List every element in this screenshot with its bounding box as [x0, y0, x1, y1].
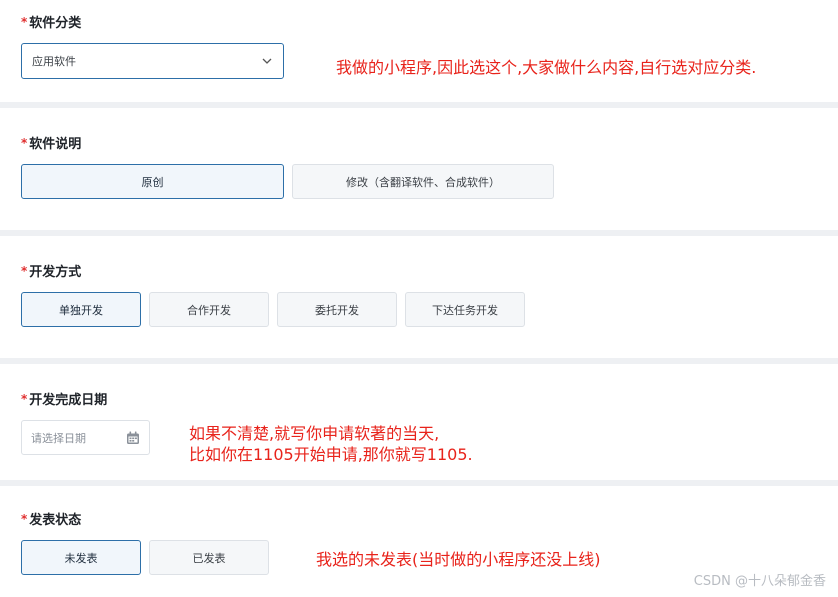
dev-mode-label: * 开发方式: [21, 261, 81, 280]
publish-status-label: * 发表状态: [21, 509, 81, 528]
date-picker-input[interactable]: 请选择日期: [21, 420, 150, 455]
dev-mode-option-cooperative[interactable]: 合作开发: [149, 292, 269, 327]
watermark: CSDN @十八朵郁金香: [693, 574, 826, 589]
category-label-text: 软件分类: [29, 16, 82, 31]
dev-mode-label-text: 开发方式: [29, 265, 82, 280]
dev-mode-option-solo[interactable]: 单独开发: [21, 292, 141, 327]
category-section: * 软件分类 应用软件 我做的小程序,因此选这个,大家做什么内容,自行选对应分类.: [0, 0, 838, 102]
date-note-line2: 比如你在1105开始申请,那你就写1105.: [189, 445, 473, 464]
calendar-icon: [127, 431, 139, 444]
category-note: 我做的小程序,因此选这个,大家做什么内容,自行选对应分类.: [336, 58, 757, 77]
required-mark: *: [21, 136, 28, 150]
description-option-modified[interactable]: 修改（含翻译软件、合成软件）: [292, 164, 554, 199]
description-section: * 软件说明 原创 修改（含翻译软件、合成软件）: [0, 108, 838, 230]
required-mark: *: [21, 392, 28, 406]
publish-option-unpublished[interactable]: 未发表: [21, 540, 141, 575]
description-label-text: 软件说明: [29, 137, 82, 152]
category-label: * 软件分类: [21, 12, 81, 31]
required-mark: *: [21, 512, 28, 526]
publish-status-label-text: 发表状态: [29, 513, 82, 528]
complete-date-label-text: 开发完成日期: [29, 393, 108, 408]
category-select-value: 应用软件: [32, 55, 76, 68]
description-option-original[interactable]: 原创: [21, 164, 284, 199]
dev-mode-option-commissioned[interactable]: 委托开发: [277, 292, 397, 327]
publish-status-section: * 发表状态 未发表 已发表 我选的未发表(当时做的小程序还没上线) CSDN @…: [0, 486, 838, 597]
required-mark: *: [21, 15, 28, 29]
chevron-down-icon: [262, 58, 272, 64]
date-note-line1: 如果不清楚,就写你申请软著的当天,: [189, 424, 440, 443]
description-label: * 软件说明: [21, 133, 81, 152]
complete-date-label: * 开发完成日期: [21, 389, 107, 408]
category-select[interactable]: 应用软件: [21, 43, 284, 79]
publish-option-published[interactable]: 已发表: [149, 540, 269, 575]
dev-mode-option-assigned[interactable]: 下达任务开发: [405, 292, 525, 327]
publish-note: 我选的未发表(当时做的小程序还没上线): [316, 550, 601, 569]
date-placeholder: 请选择日期: [31, 431, 86, 445]
dev-mode-section: * 开发方式 单独开发 合作开发 委托开发 下达任务开发: [0, 236, 838, 358]
required-mark: *: [21, 264, 28, 278]
